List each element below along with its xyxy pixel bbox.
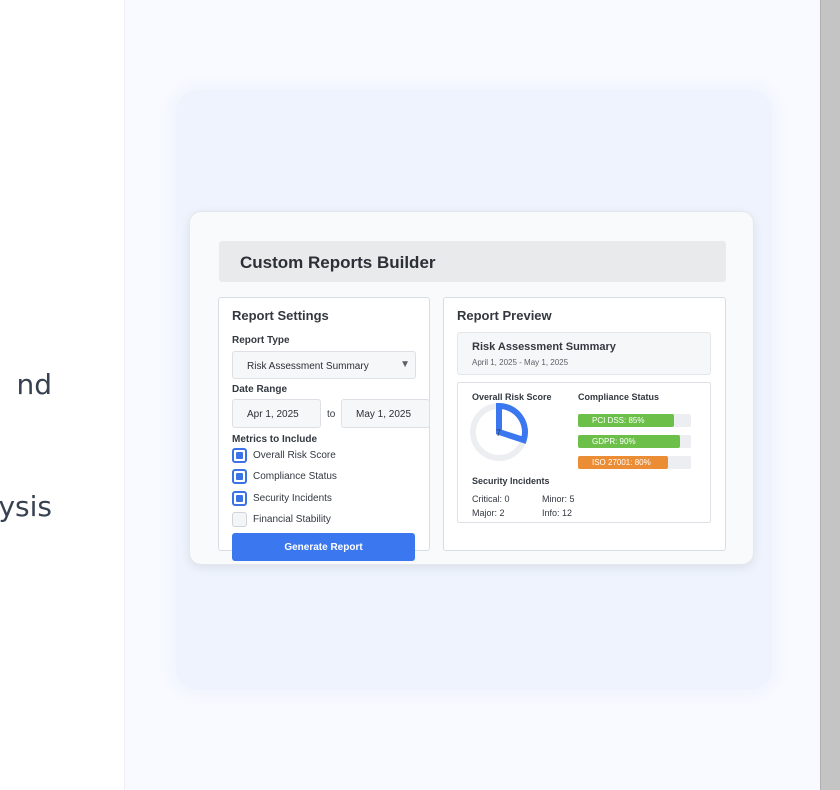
- chevron-down-icon: ▼: [400, 359, 410, 370]
- report-preview-panel: Report Preview Risk Assessment Summary A…: [443, 297, 726, 551]
- compliance-bar-label: GDPR: 90%: [592, 437, 636, 446]
- page-title: Custom Reports Builder: [240, 253, 436, 272]
- incidents-minor: Minor: 5: [542, 494, 575, 504]
- report-settings-title: Report Settings: [232, 308, 329, 323]
- compliance-bar-iso: ISO 27001: 80%: [578, 456, 691, 469]
- compliance-status-title: Compliance Status: [578, 392, 660, 402]
- reports-builder-card: Custom Reports Builder Report Settings R…: [189, 211, 754, 565]
- security-incidents-title: Security Incidents: [472, 476, 550, 486]
- compliance-bar-gdpr: GDPR: 90%: [578, 435, 691, 448]
- compliance-bar-label: ISO 27001: 80%: [592, 458, 651, 467]
- checkbox-checked[interactable]: [232, 491, 247, 506]
- metric-label: Security Incidents: [253, 493, 332, 504]
- preview-report-title: Risk Assessment Summary: [472, 341, 616, 353]
- preview-report-dates: April 1, 2025 - May 1, 2025: [472, 358, 569, 367]
- date-from-input[interactable]: Apr 1, 2025: [232, 399, 321, 428]
- incidents-major: Major: 2: [472, 508, 505, 518]
- checkbox-checked[interactable]: [232, 469, 247, 484]
- left-text-line-2: ysis: [0, 490, 52, 523]
- report-type-value: Risk Assessment Summary: [247, 361, 369, 372]
- metric-label: Compliance Status: [253, 471, 337, 482]
- report-settings-panel: Report Settings Report Type Risk Assessm…: [218, 297, 430, 561]
- preview-report-header: Risk Assessment Summary April 1, 2025 - …: [457, 332, 711, 375]
- date-to-separator: to: [327, 409, 336, 420]
- compliance-bar-label: PCI DSS: 85%: [592, 416, 645, 425]
- left-pane: nd ysis: [0, 0, 124, 790]
- left-text-line-1: nd: [16, 368, 52, 401]
- report-type-select[interactable]: Risk Assessment Summary ▼: [232, 351, 416, 379]
- preview-body: Overall Risk Score 7 Compliance Status P…: [457, 382, 711, 523]
- scrollbar[interactable]: [820, 0, 840, 790]
- date-range-label: Date Range: [232, 384, 288, 395]
- incidents-critical: Critical: 0: [472, 494, 510, 504]
- risk-score-value: 7: [496, 428, 502, 438]
- metric-label: Overall Risk Score: [253, 450, 336, 461]
- card-header: Custom Reports Builder: [219, 241, 726, 282]
- generate-report-button[interactable]: Generate Report: [232, 533, 415, 561]
- gauge-arc: [496, 402, 528, 444]
- date-to-input[interactable]: May 1, 2025: [341, 399, 430, 428]
- incidents-info: Info: 12: [542, 508, 573, 518]
- checkbox-unchecked[interactable]: [232, 512, 247, 527]
- checkbox-checked[interactable]: [232, 448, 247, 463]
- metrics-label: Metrics to Include: [232, 434, 318, 445]
- report-type-label: Report Type: [232, 335, 290, 346]
- metric-label: Financial Stability: [253, 514, 331, 525]
- report-preview-title: Report Preview: [457, 308, 552, 323]
- compliance-bar-pci: PCI DSS: 85%: [578, 414, 691, 427]
